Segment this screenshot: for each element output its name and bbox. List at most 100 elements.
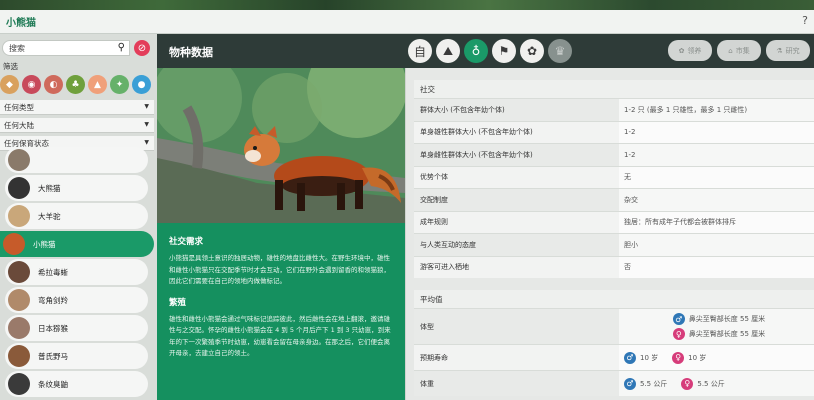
animal-thumbnail <box>8 149 30 171</box>
breeding-heading: 繁殖 <box>169 297 187 308</box>
search-row: 搜索 ⚲ ⊘ <box>2 39 152 57</box>
animal-list-item[interactable]: 希拉毒蜥 <box>5 259 148 285</box>
male-weight: ♂ 5.5 公斤 <box>624 377 667 390</box>
filter-aquatic-icon[interactable]: ● <box>132 75 151 94</box>
adopt-button[interactable]: ✿ 领养 <box>668 40 712 61</box>
social-row: 单身雌性群体大小 (不包含年幼个体) 1-2 <box>414 143 814 166</box>
social-row: 群体大小 (不包含年幼个体) 1-2 只 (最多 1 只雄性，最多 1 只雌性) <box>414 98 814 121</box>
enrichment-tab-icon[interactable]: ⚑ <box>492 39 516 63</box>
type-dropdown-value: 任何类型 <box>4 102 34 112</box>
adopt-icon: ✿ <box>678 46 685 55</box>
social-row-label: 与人类互动的态度 <box>414 234 619 256</box>
button-label: 研究 <box>785 46 800 55</box>
button-label: 领养 <box>687 46 702 55</box>
social-row: 优势个体无 <box>414 165 814 188</box>
filter-habitat-icon[interactable]: ◉ <box>22 75 41 94</box>
body-size-label: 体型 <box>414 309 619 344</box>
filter-climate-icon[interactable]: ◐ <box>44 75 63 94</box>
animal-list-item[interactable]: 日本猕猴 <box>5 315 148 341</box>
female-life-value: 10 岁 <box>688 353 707 362</box>
male-icon: ♂ <box>672 313 685 325</box>
social-card: 社交 群体大小 (不包含年幼个体) 1-2 只 (最多 1 只雄性，最多 1 只雌… <box>414 80 814 278</box>
social-row-label: 单身雌性群体大小 (不包含年幼个体) <box>414 144 619 166</box>
filter-mountain-icon[interactable]: ▲ <box>88 75 107 94</box>
animal-list-item[interactable]: 条纹臭鼬 <box>5 371 148 397</box>
red-panda-photo <box>157 68 405 223</box>
female-icon: ♀ <box>681 377 694 390</box>
female-body-size: ♀ 鼻尖至臀部长度 55 厘米 <box>672 328 766 340</box>
filter-icon-row: ◆ ◉ ◐ ♣ ▲ ✦ ● <box>0 75 155 99</box>
social-row-value: 否 <box>619 256 814 278</box>
animal-thumbnail <box>8 205 30 227</box>
window-title-bar: 小熊猫 ? <box>0 10 814 34</box>
animal-thumbnail <box>8 289 30 311</box>
search-placeholder: 搜索 <box>9 43 25 53</box>
continent-dropdown[interactable]: 任何大陆 ▼ <box>0 118 154 133</box>
trophy-tab-icon: ♛ <box>548 39 572 63</box>
male-body-size-value: 鼻尖至臀部长度 55 厘米 <box>688 315 766 323</box>
social-row-label: 成年规则 <box>414 211 619 233</box>
female-body-size-value: 鼻尖至臀部长度 55 厘米 <box>688 330 766 338</box>
market-button[interactable]: ⌂ 市集 <box>717 40 761 61</box>
social-row-value: 杂交 <box>619 189 814 211</box>
body-size-row: 体型 ♂ 鼻尖至臀部长度 55 厘米 ♀ 鼻尖至臀部长度 55 厘米 <box>414 308 814 344</box>
animal-name: 日本猕猴 <box>38 323 68 333</box>
animal-list-item[interactable]: 大熊猫 <box>5 175 148 201</box>
female-icon: ♀ <box>672 351 685 364</box>
red-panda-illustration <box>157 68 405 223</box>
male-icon: ♂ <box>624 377 636 390</box>
social-row: 与人类互动的态度 胆小 <box>414 233 814 256</box>
animal-list-item[interactable]: 小熊猫 <box>0 231 154 257</box>
paw-tab-icon[interactable]: ✿ <box>520 39 544 63</box>
female-weight-value: 5.5 公斤 <box>697 379 725 388</box>
weight-label: 体重 <box>414 371 619 396</box>
habitat-tab-icon[interactable]: ⛰ <box>436 39 460 63</box>
filter-forest-icon[interactable]: ♣ <box>66 75 85 94</box>
animal-name: 条纹臭鼬 <box>38 379 68 389</box>
social-row-label: 优势个体 <box>414 166 619 188</box>
chevron-down-icon: ▼ <box>144 103 149 110</box>
social-row-value: 1-2 <box>619 121 814 143</box>
filter-arctic-icon[interactable]: ✦ <box>110 75 129 94</box>
weight-row: 体重 ♂ 5.5 公斤 ♀ 5.5 公斤 <box>414 370 814 396</box>
animal-thumbnail <box>8 177 30 199</box>
weight-values: ♂ 5.5 公斤 ♀ 5.5 公斤 <box>619 371 814 396</box>
diet-tab-icon[interactable]: ♁ <box>464 39 488 63</box>
life-expectancy-values: ♂ 10 岁 ♀ 10 岁 <box>619 345 814 370</box>
search-input[interactable]: 搜索 ⚲ <box>2 40 130 56</box>
species-description: 社交需求 小熊猫是具领土意识的独居动物，雄性的地盘比雌性大。在野生环境中，雄性和… <box>157 223 405 400</box>
male-icon: ♂ <box>624 351 636 364</box>
species-info-column: 社交需求 小熊猫是具领土意识的独居动物，雄性的地盘比雌性大。在野生环境中，雄性和… <box>157 34 405 400</box>
female-icon: ♀ <box>672 328 685 340</box>
animal-list-item[interactable] <box>5 147 148 173</box>
body-size-values: ♂ 鼻尖至臀部长度 55 厘米 ♀ 鼻尖至臀部长度 55 厘米 <box>619 309 814 344</box>
social-row: 成年规则 独居：所有成年子代都会被群体排斥 <box>414 210 814 233</box>
male-life: ♂ 10 岁 <box>624 351 658 364</box>
social-needs-heading: 社交需求 <box>169 237 204 247</box>
animal-list-item[interactable]: 大羊驼 <box>5 203 148 229</box>
chevron-down-icon: ▼ <box>144 139 149 146</box>
animal-thumbnail <box>8 373 30 395</box>
filter-continent-icon[interactable]: ◆ <box>0 75 19 94</box>
animal-name: 普氏野马 <box>38 351 68 361</box>
social-row-label: 游客可进入栖地 <box>414 256 619 278</box>
animal-name: 希拉毒蜥 <box>38 267 68 277</box>
animal-list-item[interactable]: 普氏野马 <box>5 343 148 369</box>
social-row: 交配制度 杂交 <box>414 188 814 211</box>
clear-filter-button[interactable]: ⊘ <box>134 40 150 56</box>
life-expectancy-row: 预期寿命 ♂ 10 岁 ♀ 10 岁 <box>414 344 814 370</box>
search-icon[interactable]: ⚲ <box>118 42 125 53</box>
animal-list-item[interactable]: 弯角剑羚 <box>5 287 148 313</box>
type-dropdown[interactable]: 任何类型 ▼ <box>0 100 154 115</box>
animal-thumbnail <box>8 345 30 367</box>
animal-thumbnail <box>8 317 30 339</box>
female-weight: ♀ 5.5 公斤 <box>681 377 725 390</box>
animal-thumbnail <box>8 261 30 283</box>
social-row-label: 群体大小 (不包含年幼个体) <box>414 99 619 121</box>
animal-thumbnail <box>3 233 25 255</box>
info-tab-icon[interactable]: 自 <box>408 39 432 63</box>
social-card-title: 社交 <box>420 84 435 94</box>
help-icon[interactable]: ? <box>802 14 808 27</box>
research-button[interactable]: ⚗ 研究 <box>766 40 810 61</box>
filter-label: 筛选 <box>3 62 18 71</box>
